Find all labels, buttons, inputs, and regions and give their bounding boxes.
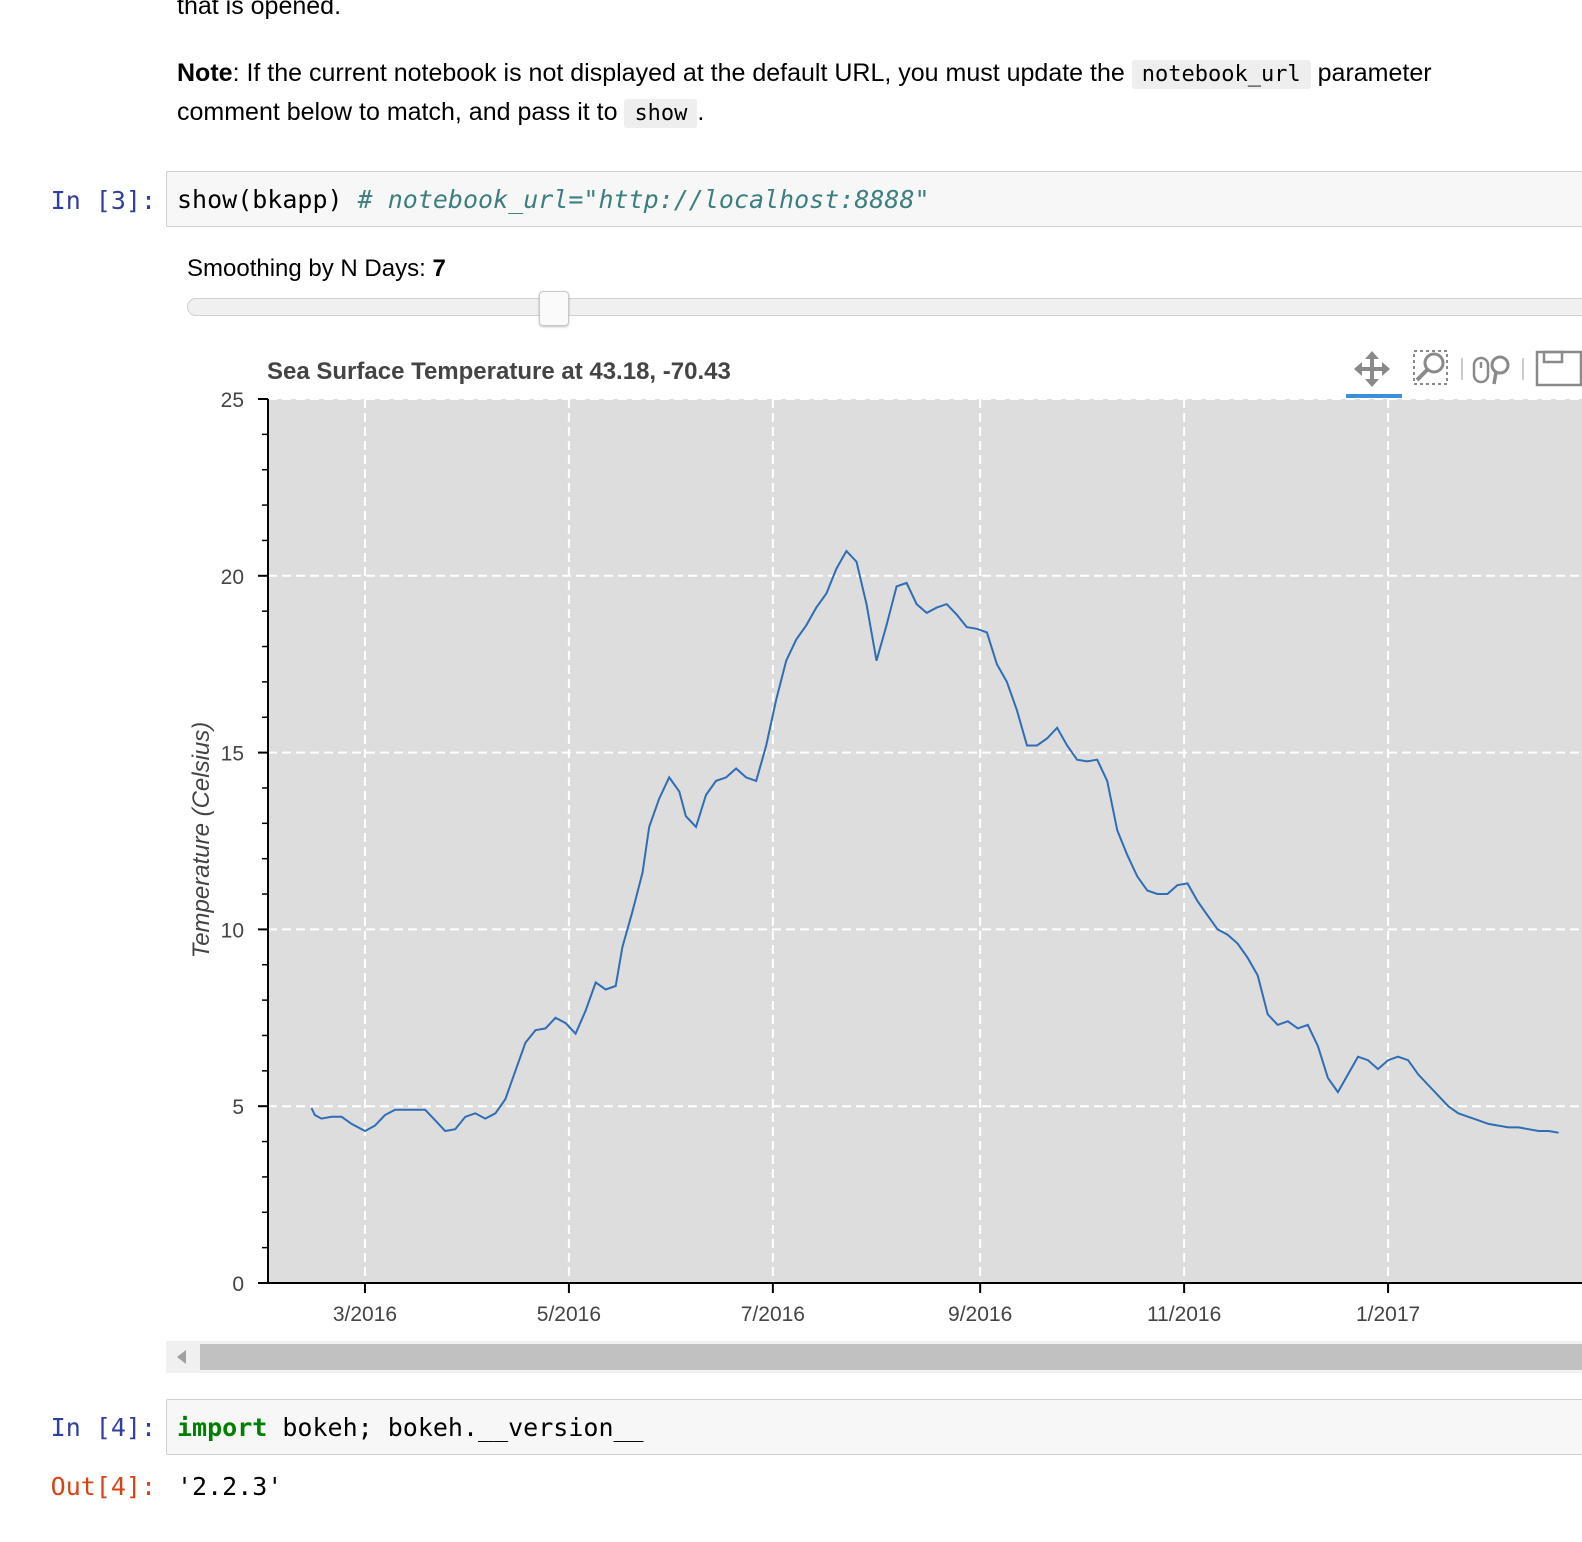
box-zoom-icon[interactable] <box>1413 350 1448 385</box>
scroll-left-arrow-icon[interactable] <box>177 1350 186 1364</box>
active-tool-indicator <box>1346 394 1402 398</box>
y-tick-label: 10 <box>221 919 244 942</box>
wheel-zoom-icon[interactable] <box>1472 355 1510 385</box>
sea-temperature-chart[interactable]: 0 5 10 15 20 25 3/2016 5/2016 7/2016 9/2016 11/201… <box>0 0 1582 1400</box>
y-tick-label: 5 <box>232 1096 244 1119</box>
horizontal-scrollbar[interactable] <box>166 1341 1582 1373</box>
cell-prompt-out-4: Out[4]: <box>50 1472 156 1501</box>
pan-icon[interactable] <box>1354 351 1390 387</box>
output-value: '2.2.3' <box>177 1472 283 1501</box>
cell-prompt-in-4: In [4]: <box>50 1413 156 1442</box>
code-cell-4[interactable]: import bokeh; bokeh.__version__ <box>166 1399 1582 1455</box>
y-tick-label: 20 <box>221 566 244 589</box>
code-keyword: import <box>177 1413 268 1442</box>
x-tick-label: 9/2016 <box>948 1303 1012 1326</box>
plot-background <box>268 399 1582 1283</box>
y-axis-label: Temperature (Celsius) <box>188 722 215 959</box>
scrollbar-thumb[interactable] <box>200 1344 1582 1370</box>
x-tick-label: 1/2017 <box>1356 1303 1420 1326</box>
y-tick-label: 0 <box>232 1273 244 1296</box>
x-tick-label: 5/2016 <box>537 1303 601 1326</box>
x-tick-label: 3/2016 <box>333 1303 397 1326</box>
chart-title: Sea Surface Temperature at 43.18, -70.43 <box>267 358 731 385</box>
code-line[interactable]: import bokeh; bokeh.__version__ <box>177 1413 644 1442</box>
save-icon[interactable] <box>1535 350 1582 387</box>
y-tick-label: 25 <box>221 389 244 412</box>
x-tick-label: 7/2016 <box>741 1303 805 1326</box>
y-tick-label: 15 <box>221 743 244 766</box>
x-tick-label: 11/2016 <box>1147 1303 1221 1326</box>
